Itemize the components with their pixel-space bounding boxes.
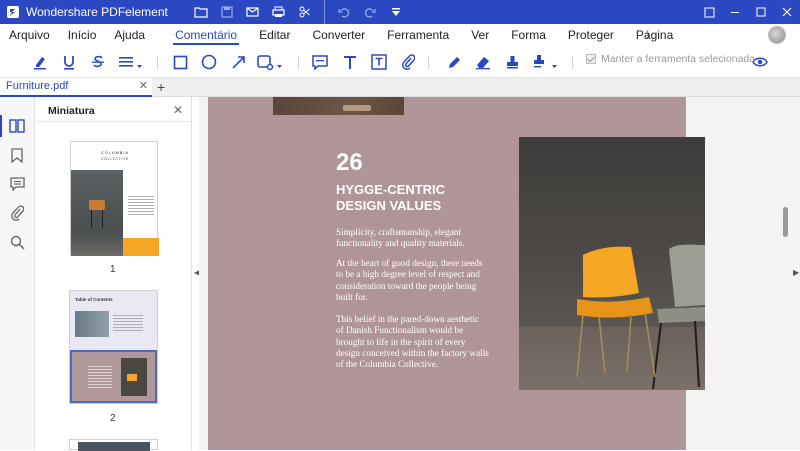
thumbnail-page-2[interactable]: Table of Contents <box>69 290 158 404</box>
menu-comentario[interactable]: Comentário <box>166 24 246 46</box>
attachments-icon[interactable] <box>6 202 28 224</box>
tab-label: Furniture.pdf <box>6 80 69 92</box>
bookmark-icon[interactable] <box>6 144 28 166</box>
stamp-icon[interactable] <box>500 50 524 74</box>
app-title: Wondershare PDFelement <box>26 5 168 19</box>
thumbnail-page-1[interactable]: COLUMBIA COLLECTIVE <box>70 141 159 256</box>
text-icon[interactable] <box>338 50 362 74</box>
menu-converter[interactable]: Converter <box>303 24 374 46</box>
tab-close-icon[interactable]: ✕ <box>139 78 148 95</box>
menu-ferramenta[interactable]: Ferramenta <box>378 24 458 46</box>
close-icon[interactable] <box>774 0 800 24</box>
left-sidebar <box>0 97 35 450</box>
paragraph-3: This belief in the pared-down aesthetic … <box>336 314 489 370</box>
signature-dropdown-icon[interactable] <box>531 50 561 74</box>
thumb-toc-image <box>75 311 109 337</box>
menu-pagina[interactable]: Página <box>627 24 682 46</box>
menu-forma[interactable]: Forma <box>502 24 555 46</box>
thumbnail-panel-title: Miniatura <box>48 105 95 117</box>
title-bar: Wondershare PDFelement <box>0 0 800 24</box>
thumbnail-page-number: 2 <box>110 413 116 424</box>
textbox-icon[interactable] <box>367 50 391 74</box>
page-heading: HYGGE-CENTRIC DESIGN VALUES <box>336 182 446 213</box>
thumb-toc-title: Table of Contents <box>75 297 113 302</box>
thumb-chair <box>89 200 105 210</box>
menu-more-chevron-icon[interactable]: › <box>646 24 650 46</box>
lines-dropdown-icon[interactable] <box>116 50 146 74</box>
menu-arquivo[interactable]: Arquivo <box>0 24 59 46</box>
pencil-icon[interactable] <box>442 50 466 74</box>
tab-furniture-pdf[interactable]: Furniture.pdf ✕ <box>0 78 152 97</box>
print-icon[interactable] <box>266 0 292 24</box>
page-top-image <box>273 97 404 115</box>
panel-close-icon[interactable]: ✕ <box>173 103 183 117</box>
add-tab-icon[interactable]: + <box>157 78 165 96</box>
thumb-brand-sub: COLLECTIVE <box>101 157 129 161</box>
scrollbar-thumb[interactable] <box>783 207 788 237</box>
keep-tool-checkbox[interactable] <box>586 54 596 64</box>
document-viewer: 26 HYGGE-CENTRIC DESIGN VALUES Simplicit… <box>199 97 779 450</box>
thumb-chair-legs <box>91 210 103 228</box>
email-icon[interactable] <box>240 0 266 24</box>
chairs-photo <box>519 137 705 390</box>
thumb-toc-text <box>113 315 143 331</box>
paragraph-1: Simplicity, craftsmanship, elegant funct… <box>336 227 465 249</box>
avatar[interactable] <box>768 26 786 44</box>
menu-editar[interactable]: Editar <box>250 24 299 46</box>
undo-icon[interactable] <box>331 0 357 24</box>
sticky-note-icon[interactable] <box>308 50 332 74</box>
page-section-number: 26 <box>336 149 363 176</box>
arrow-icon[interactable] <box>226 50 250 74</box>
underline-icon[interactable] <box>57 50 81 74</box>
keep-tool-selected-option[interactable]: Manter a ferramenta selecionada <box>586 53 755 65</box>
thumb-brand: COLUMBIA <box>101 151 129 155</box>
thumb-selected-page <box>70 350 157 403</box>
attachment-icon[interactable] <box>396 50 420 74</box>
thumbnails-icon[interactable] <box>0 115 28 137</box>
document-tab-bar: Furniture.pdf ✕ + <box>0 78 800 97</box>
expand-right-panel-arrow-icon[interactable]: ▶ <box>793 268 799 277</box>
redo-icon[interactable] <box>357 0 383 24</box>
app-logo-icon <box>7 6 19 18</box>
customize-dropdown-icon[interactable] <box>383 0 409 24</box>
thumbnail-page-number: 1 <box>110 264 116 275</box>
eraser-icon[interactable] <box>471 50 495 74</box>
thumbnail-panel: Miniatura ✕ COLUMBIA COLLECTIVE 1 Table … <box>36 97 192 451</box>
keep-tool-label: Manter a ferramenta selecionada <box>601 53 756 65</box>
thumb-page2-chair <box>127 374 137 381</box>
menu-proteger[interactable]: Proteger <box>559 24 623 46</box>
menu-bar: Arquivo Início Ajuda Comentário Editar C… <box>0 24 800 46</box>
highlight-icon[interactable] <box>28 50 52 74</box>
menu-ver[interactable]: Ver <box>462 24 498 46</box>
strikethrough-icon[interactable] <box>86 50 110 74</box>
comments-icon[interactable] <box>6 173 28 195</box>
rectangle-icon[interactable] <box>168 50 192 74</box>
save-icon[interactable] <box>214 0 240 24</box>
thumbnail-page-3[interactable] <box>69 439 158 451</box>
minimize-icon[interactable] <box>722 0 748 24</box>
thumb-page2-text <box>88 366 112 390</box>
open-folder-icon[interactable] <box>188 0 214 24</box>
search-icon[interactable] <box>6 231 28 253</box>
menu-ajuda[interactable]: Ajuda <box>105 24 154 46</box>
thumb-orange-band <box>123 238 159 256</box>
menu-inicio[interactable]: Início <box>59 24 106 46</box>
thumb-text-block <box>128 196 154 216</box>
maximize-icon[interactable] <box>748 0 774 24</box>
circle-icon[interactable] <box>197 50 221 74</box>
restore-window-icon[interactable] <box>696 0 722 24</box>
scissors-icon[interactable] <box>292 0 318 24</box>
shapes-dropdown-icon[interactable] <box>256 50 286 74</box>
paragraph-2: At the heart of good design, there needs… <box>336 258 483 302</box>
